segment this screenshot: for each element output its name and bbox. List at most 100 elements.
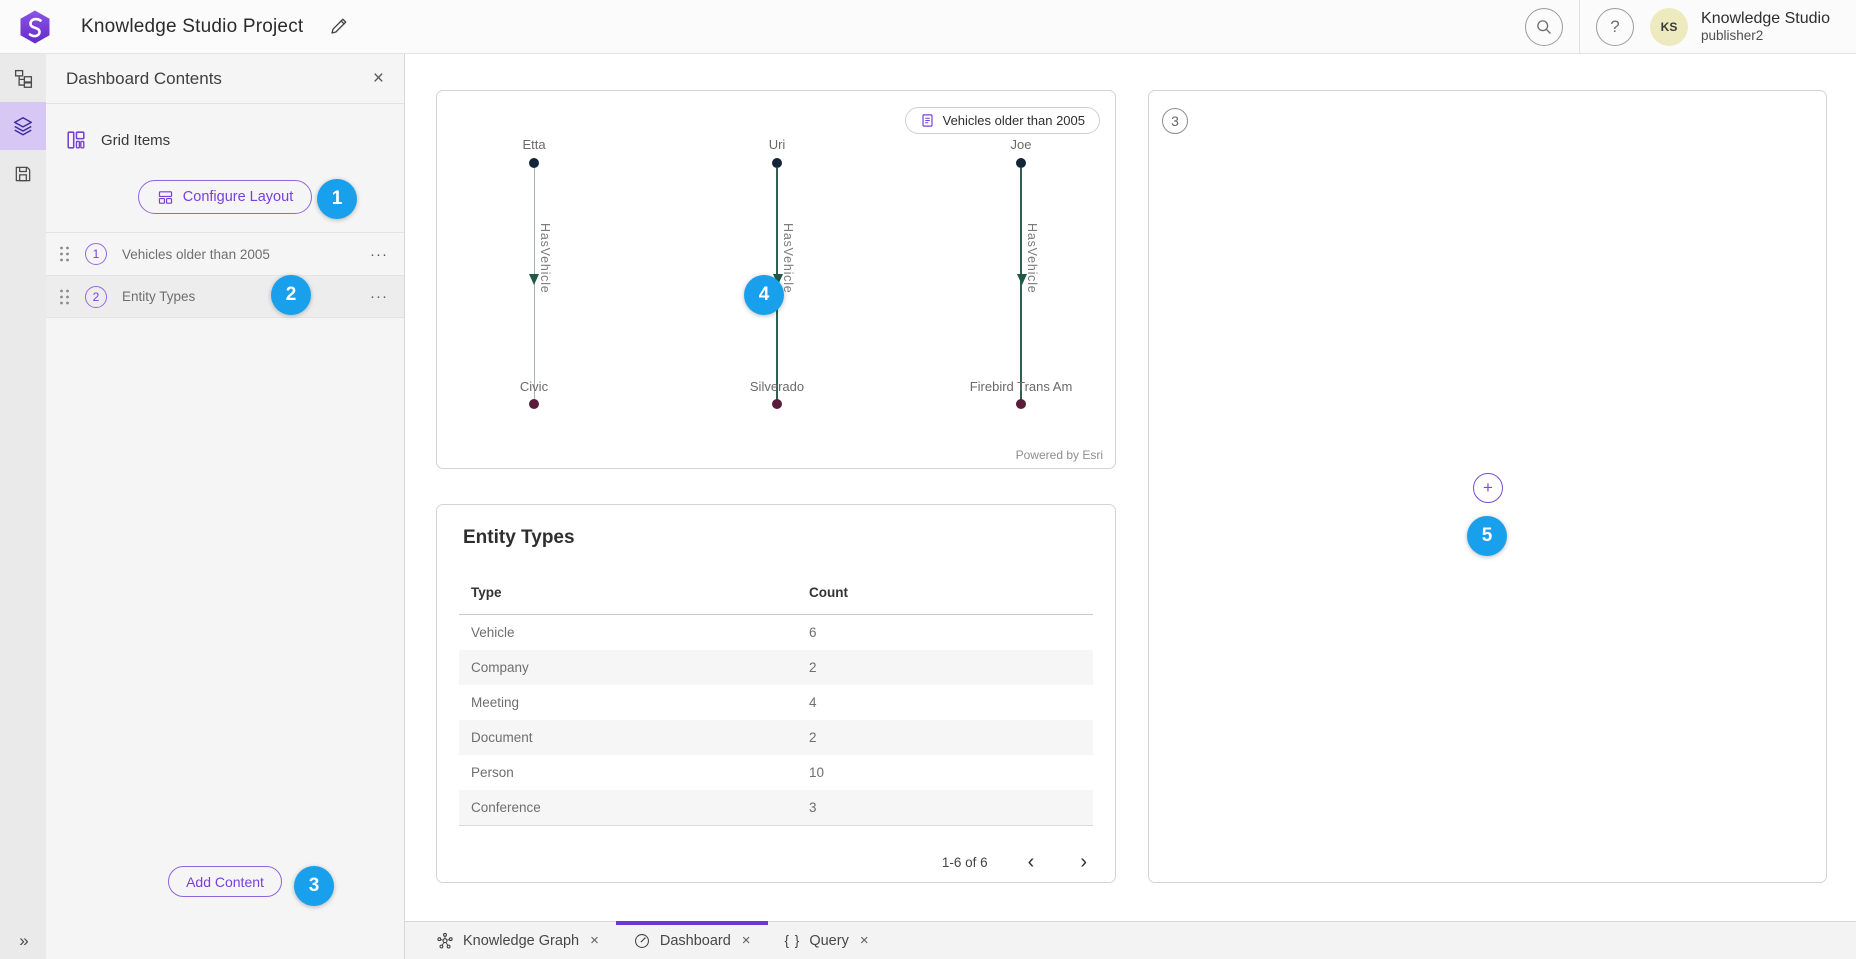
tab-query[interactable]: { } Query × [768,922,886,959]
graph-node[interactable] [529,158,539,168]
item-options-icon[interactable]: ··· [370,246,388,263]
node-label: Silverado [697,379,857,394]
avatar[interactable]: KS [1650,8,1688,46]
graph-node[interactable] [529,399,539,409]
braces-icon: { } [785,933,801,948]
bottom-tab-bar: Knowledge Graph × Dashboard × { } Query … [405,921,1856,959]
user-info: Knowledge Studio publisher2 [1701,10,1830,44]
add-content-button[interactable]: Add Content [168,866,282,897]
user-name: Knowledge Studio [1701,10,1830,28]
tab-label: Query [809,933,849,949]
save-icon [13,164,33,184]
drag-handle-icon[interactable] [59,245,70,263]
app-header: Knowledge Studio Project ? KS Knowledge … [0,0,1856,54]
graph-column: Joe HasVehicle Firebird Trans Am [941,91,1101,468]
edge-label: HasVehicle [781,223,795,294]
graph-node[interactable] [772,399,782,409]
table-row: Meeting 4 [459,685,1093,720]
tab-label: Knowledge Graph [463,933,579,949]
step-badge-2: 2 [271,275,311,315]
cell-type: Vehicle [459,625,809,640]
graph-node[interactable] [1016,399,1026,409]
grid-items-label: Grid Items [101,132,170,149]
table-bottom-border [459,825,1093,826]
page-title: Knowledge Studio Project [81,16,303,38]
node-label: Etta [454,137,614,152]
close-tab-icon[interactable]: × [860,932,869,949]
next-page-icon[interactable]: › [1074,852,1093,872]
node-label: Firebird Trans Am [941,379,1101,394]
cell-count: 2 [809,730,1093,745]
cell-count: 10 [809,765,1093,780]
cell-count: 4 [809,695,1093,710]
filter-chip-label: Vehicles older than 2005 [943,113,1085,128]
configure-layout-button[interactable]: Configure Layout [138,180,312,214]
cell-type: Document [459,730,809,745]
help-icon: ? [1610,17,1619,37]
item-number-badge: 1 [85,243,107,265]
list-item-entity-types[interactable]: 2 Entity Types ··· [46,275,404,318]
help-button[interactable]: ? [1596,8,1634,46]
table-header-row: Type Count [459,571,1093,615]
esri-attribution: Powered by Esri [1016,448,1103,462]
step-badge-4: 4 [744,275,784,315]
cell-count: 6 [809,625,1093,640]
close-panel-button[interactable]: × [373,69,384,88]
sidebar-item-contents[interactable] [0,102,46,150]
app-root: Knowledge Studio Project ? KS Knowledge … [0,0,1856,959]
filter-chip[interactable]: Vehicles older than 2005 [905,107,1100,134]
sidebar-item-save[interactable] [0,150,46,198]
panel-header: Dashboard Contents × [46,54,404,104]
pagination: 1-6 of 6 ‹ › [942,852,1093,872]
cell-type: Person [459,765,809,780]
grid-items-icon [65,129,87,151]
grid-cell-number-badge: 3 [1162,108,1188,134]
table-row: Vehicle 6 [459,615,1093,650]
search-icon [1535,18,1553,36]
item-label: Vehicles older than 2005 [122,247,370,262]
node-label: Uri [697,137,857,152]
column-header-type: Type [459,585,809,600]
table-row: Person 10 [459,755,1093,790]
graph-edge: HasVehicle [1020,168,1022,400]
add-content-wrap: Add Content [46,866,404,897]
tab-dashboard[interactable]: Dashboard × [616,922,768,959]
empty-grid-cell-card: 3 + [1148,90,1827,883]
layers-icon [12,115,34,137]
search-button[interactable] [1525,8,1563,46]
close-tab-icon[interactable]: × [742,932,751,949]
table-row: Conference 3 [459,790,1093,825]
configure-layout-label: Configure Layout [183,189,293,205]
entity-types-table: Type Count Vehicle 6 Company 2 Meeting 4… [459,571,1093,826]
edit-title-button[interactable] [329,17,348,36]
pencil-icon [329,17,348,36]
collapse-rail-button[interactable]: » [0,931,46,951]
user-role: publisher2 [1701,28,1830,44]
sidebar-item-data-model[interactable] [0,54,46,102]
tab-label: Dashboard [660,933,731,949]
grid-items-section: Grid Items [46,120,404,160]
drag-handle-icon[interactable] [59,288,70,306]
knowledge-graph-icon [436,932,454,950]
dashboard-canvas: Etta HasVehicle Civic Uri HasVehicle [405,54,1856,959]
sitemap-icon [13,68,34,89]
add-content-plus-button[interactable]: + [1473,473,1503,503]
graph-node[interactable] [772,158,782,168]
step-badge-5: 5 [1467,516,1507,556]
item-options-icon[interactable]: ··· [370,288,388,305]
table-row: Company 2 [459,650,1093,685]
node-label: Joe [941,137,1101,152]
left-icon-rail: » [0,54,46,959]
item-number-badge: 2 [85,286,107,308]
edge-label: HasVehicle [538,223,552,294]
close-tab-icon[interactable]: × [590,932,599,949]
grid-item-list: 1 Vehicles older than 2005 ··· 2 Entity … [46,232,404,318]
dashboard-gauge-icon [633,932,651,950]
previous-page-icon[interactable]: ‹ [1022,852,1041,872]
tab-knowledge-graph[interactable]: Knowledge Graph × [419,922,616,959]
page-range-label: 1-6 of 6 [942,855,988,870]
list-item-vehicles[interactable]: 1 Vehicles older than 2005 ··· [46,232,404,275]
item-label: Entity Types [122,289,370,304]
graph-node[interactable] [1016,158,1026,168]
knowledge-studio-logo [17,9,53,45]
